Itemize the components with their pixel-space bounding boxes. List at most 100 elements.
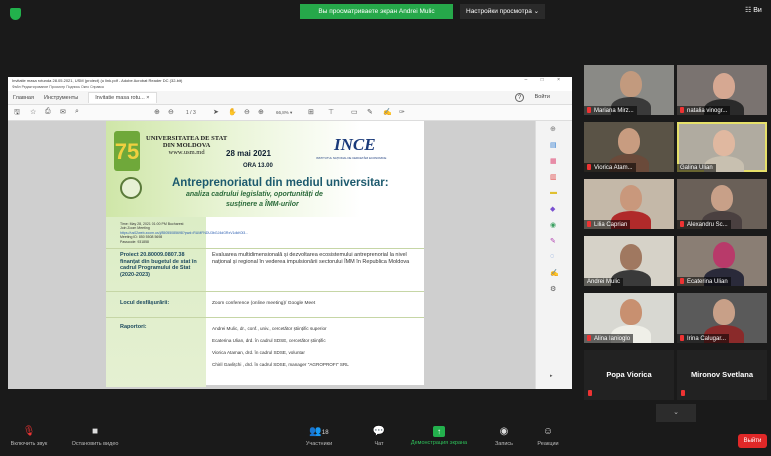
chat-label: Чат [374, 441, 384, 447]
fit-page-icon[interactable]: ⊞ [308, 108, 314, 116]
participant-name: Andrei Mulic [584, 278, 624, 286]
participant-tile[interactable]: Mariana Mirz... [584, 65, 674, 115]
speaker-4: Chiril Gavlițchi , drd. în cadrul SDSE, … [212, 362, 349, 367]
more-tools-icon[interactable]: ⚙ [550, 285, 556, 293]
zoom-out-icon[interactable]: ⊖ [244, 108, 250, 116]
participant-tile[interactable]: Lilia Caprian [584, 179, 674, 229]
window-controls[interactable]: – □ × [525, 77, 567, 83]
chat-button[interactable]: 💬 Чат [364, 426, 394, 447]
acrobat-tools-panel: ⊕ ▤ ▦ ▥ ▬ ◆ ◉ ✎ ◌ ✍ ⚙ ▸ [535, 121, 572, 389]
participant-tile[interactable]: Mironov Svetlana [677, 350, 767, 400]
protect-icon[interactable]: ◌ [550, 253, 554, 260]
chat-icon: 💬 [372, 426, 386, 437]
unmute-button[interactable]: 🎙 Включить звук [8, 426, 50, 447]
tab-tools[interactable]: Инструменты [44, 95, 78, 101]
export-pdf-icon[interactable]: ▤ [550, 141, 557, 149]
email-icon[interactable]: ✉ [60, 108, 66, 116]
reactions-button[interactable]: ☺ Реакции [530, 426, 566, 447]
save-icon[interactable]: 🖫 [14, 108, 20, 119]
security-shield-icon[interactable] [10, 8, 21, 20]
document-area[interactable]: 75 UNIVERSITATEA DE STAT DIN MOLDOVA www… [8, 121, 535, 389]
send-icon[interactable]: ✍ [550, 269, 559, 277]
mic-muted-icon [680, 221, 684, 227]
sign-icon[interactable]: ✑ [399, 108, 405, 116]
project-row: Proiect 20.80009.0807.38 finanțat din bu… [106, 248, 424, 291]
acrobat-title-bar: Invitatie masa rotunda 28.05.2021, USM (… [8, 77, 572, 85]
participants-label: Участники [305, 441, 333, 447]
speaker-3: Viorica Ataman, drd. în cadrul SDSE, vol… [212, 350, 305, 355]
mic-muted-icon [681, 390, 685, 396]
mic-muted-icon [680, 107, 684, 113]
compress-icon[interactable]: ◉ [550, 221, 556, 229]
mic-off-icon: 🎙 [22, 426, 36, 437]
page-number[interactable]: 1 / 3 [186, 110, 196, 116]
search-icon[interactable]: ⌕ [75, 108, 79, 116]
record-button[interactable]: ◉ Запись [488, 426, 520, 447]
participant-name: Galina Ulian [677, 164, 716, 172]
participants-icon: 👥18 [309, 426, 329, 437]
page-up-icon[interactable]: ⊕ [154, 108, 160, 116]
unmute-label: Включить звук [10, 441, 48, 447]
speakers-label: Raportori: [120, 324, 147, 330]
login-button[interactable]: Войти [535, 94, 550, 100]
organize-icon[interactable]: ◆ [550, 205, 555, 213]
participant-tile[interactable]: Irina Calugar... [677, 293, 767, 343]
participant-tile[interactable]: natalia vinogr... [677, 65, 767, 115]
comment-icon[interactable]: ▭ [351, 108, 358, 116]
pdf-headline: Antreprenoriatul din mediul universitar: [172, 177, 389, 189]
zoom-tool-icon[interactable]: ⊕ [550, 125, 556, 133]
comment-tool-icon[interactable]: ▬ [550, 189, 557, 196]
tab-document[interactable]: Invitatie masa rotu... × [88, 92, 157, 103]
participant-tile-active[interactable]: Galina Ulian [677, 122, 767, 172]
select-tool-icon[interactable]: ➤ [213, 108, 219, 116]
zoom-in-icon[interactable]: ⊕ [258, 108, 264, 116]
avatar [713, 73, 735, 99]
speakers-row: Raportori: Andrei Mulic, dr., conf., uni… [106, 317, 424, 385]
project-value: Evaluarea multidimensională și dezvoltar… [212, 252, 410, 265]
marquee-icon[interactable]: ⊤ [328, 108, 334, 116]
mic-muted-icon [588, 390, 592, 396]
participant-tile[interactable]: Alexandru Sc... [677, 179, 767, 229]
participant-name: Mironov Svetlana [690, 370, 754, 379]
shared-screen: Invitatie masa rotunda 28.05.2021, USM (… [8, 77, 572, 389]
help-icon[interactable]: ? [515, 93, 524, 102]
participant-name: natalia vinogr... [677, 106, 731, 115]
share-screen-button[interactable]: ↑ Демонстрация экрана [404, 426, 474, 446]
avatar [620, 299, 642, 325]
fill-sign-icon[interactable]: ✎ [550, 237, 556, 245]
gallery-next-button[interactable]: ⌄ [656, 404, 696, 422]
highlight-icon[interactable]: ✍ [383, 108, 392, 116]
participants-button[interactable]: 👥18 Участники [298, 426, 340, 447]
share-screen-icon: ↑ [433, 426, 445, 437]
event-date: 28 mai 2021 [226, 149, 271, 158]
leave-button[interactable]: Выйти [738, 434, 767, 448]
avatar [713, 130, 735, 156]
participant-name: Popa Viorica [606, 370, 652, 379]
participant-name: Mariana Mirz... [584, 106, 637, 115]
create-pdf-icon[interactable]: ▦ [550, 157, 557, 165]
participant-name: Viorica Atam... [584, 163, 636, 172]
view-options-button[interactable]: Настройки просмотра ⌄ [460, 4, 546, 19]
collapse-panel-icon[interactable]: ▸ [550, 373, 553, 379]
avatar [713, 299, 735, 325]
participant-name: Lilia Caprian [584, 220, 631, 229]
video-button[interactable]: ■ Остановить видео [64, 426, 126, 447]
participant-name: Alina Ianioglo [584, 334, 634, 343]
hand-tool-icon[interactable]: ✋ [228, 108, 237, 116]
edit-pdf-icon[interactable]: ▥ [550, 173, 557, 181]
participant-tile[interactable]: Viorica Atam... [584, 122, 674, 172]
pen-icon[interactable]: ✎ [367, 108, 373, 116]
participant-tile[interactable]: Popa Viorica [584, 350, 674, 400]
gallery-view-button[interactable]: ☷ Ви [745, 6, 762, 14]
participant-tile[interactable]: Andrei Mulic [584, 236, 674, 286]
ince-subtitle: INSTITUTUL NAȚIONAL DE CERCETĂRI ECONOMI… [316, 156, 387, 160]
avatar [711, 185, 733, 211]
participant-tile[interactable]: Alina Ianioglo [584, 293, 674, 343]
participant-tile[interactable]: Ecaterina Ulian [677, 236, 767, 286]
page-down-icon[interactable]: ⊖ [168, 108, 174, 116]
bookmark-icon[interactable]: ☆ [30, 108, 36, 116]
print-icon[interactable]: ⎙ [45, 108, 51, 116]
zoom-level[interactable]: 66,8% ▾ [276, 110, 292, 116]
tab-home[interactable]: Главная [13, 95, 34, 101]
pdf-subtitle-1: analiza cadrului legislativ, oportunităț… [186, 191, 323, 198]
